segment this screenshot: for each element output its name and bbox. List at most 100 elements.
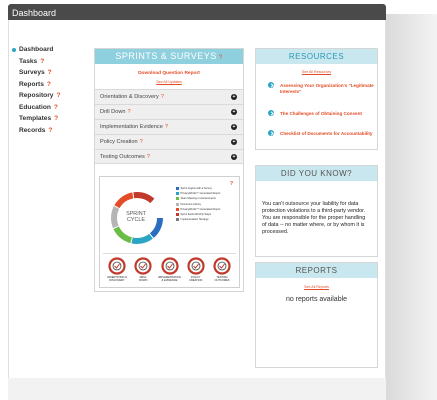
sprints-surveys-panel: SPRINTS & SURVEYS? Download Question Rep… xyxy=(94,48,244,292)
legend-label: Sprint begins with a Survey xyxy=(180,187,212,191)
step-label-line2: DOWN xyxy=(139,279,148,282)
help-icon[interactable]: ? xyxy=(54,104,58,111)
footer-band xyxy=(8,378,386,400)
legend-swatch-icon xyxy=(176,197,179,201)
resource-link[interactable]: Assessing Your Organization's "Legitimat… xyxy=(268,82,374,95)
help-icon[interactable]: ? xyxy=(230,181,233,187)
arrow-circle-icon xyxy=(268,110,274,116)
accordion-label: Orientation & Discovery xyxy=(100,94,159,100)
accordion-drill-down[interactable]: Drill Down? + xyxy=(95,104,243,119)
step-label: TESTING OUTCOMES xyxy=(210,276,234,282)
nav-item-surveys[interactable]: Surveys? xyxy=(12,67,90,79)
resource-link[interactable]: The Challenges of Obtaining Consent xyxy=(268,110,362,117)
nav-item-reports[interactable]: Reports? xyxy=(12,79,90,91)
help-icon[interactable]: ? xyxy=(140,139,143,145)
accordion-implementation-evidence[interactable]: Implementation Evidence? + xyxy=(95,119,243,134)
see-all-resources-link[interactable]: See All Resources xyxy=(256,70,377,74)
arrow-circle-icon xyxy=(268,130,274,136)
step-badge-icon xyxy=(108,257,126,275)
legend-label: Team Meeting or Assessments xyxy=(180,197,216,201)
expand-icon[interactable]: + xyxy=(231,139,237,145)
expand-icon[interactable]: + xyxy=(231,94,237,100)
nav-item-dashboard[interactable]: Dashboard xyxy=(12,44,90,56)
legend-swatch-icon xyxy=(176,207,179,211)
accordion-label: Testing Outcomes xyxy=(100,154,145,160)
empty-state-text: no reports available xyxy=(285,296,348,303)
step-implementation-evidence[interactable]: IMPLEMENTATION & EVIDENCE xyxy=(158,257,182,286)
accordion-orientation-discovery[interactable]: Orientation & Discovery? + xyxy=(95,89,243,104)
help-icon[interactable]: ? xyxy=(40,58,44,65)
step-badge-icon xyxy=(160,257,179,275)
see-all-reports-link[interactable]: See All Reports xyxy=(256,285,377,289)
reports-panel: REPORTS See All Reports no reports avail… xyxy=(255,262,378,368)
nav-item-label: Dashboard xyxy=(19,46,54,54)
resources-panel: RESOURCES See All Resources Assessing Yo… xyxy=(255,48,378,150)
nav-item-label: Records xyxy=(19,126,46,134)
legend-swatch-icon xyxy=(176,218,179,222)
window-shadow xyxy=(386,14,437,400)
step-policy-creation[interactable]: POLICY CREATION xyxy=(184,257,208,286)
nav-item-repository[interactable]: Repository? xyxy=(12,90,90,102)
step-testing-outcomes[interactable]: TESTING OUTCOMES xyxy=(210,257,234,286)
panel-title: REPORTS xyxy=(256,263,377,278)
help-icon[interactable]: ? xyxy=(54,115,58,122)
accordion-policy-creation[interactable]: Policy Creation? + xyxy=(95,134,243,149)
expand-icon[interactable]: + xyxy=(231,124,237,130)
expand-icon[interactable]: + xyxy=(231,154,237,160)
active-indicator-icon xyxy=(12,47,16,52)
panel-title: RESOURCES xyxy=(256,49,377,64)
step-label: ORIENTATION & DISCOVERY xyxy=(105,276,129,282)
nav-item-templates[interactable]: Templates? xyxy=(12,113,90,125)
cycle-center-line2: CYCLE xyxy=(127,217,145,223)
accordion-label: Policy Creation xyxy=(100,139,138,145)
accordion-testing-outcomes[interactable]: Testing Outcomes? + xyxy=(95,149,243,164)
panel-title: DID YOU KNOW? xyxy=(256,166,377,181)
legend-swatch-icon xyxy=(176,213,179,217)
cycle-legend: Sprint begins with a Survey PrivacyWorks… xyxy=(176,186,220,222)
step-label: POLICY CREATION xyxy=(184,276,208,282)
help-icon[interactable]: ? xyxy=(56,92,60,99)
help-icon[interactable]: ? xyxy=(128,109,131,115)
did-you-know-panel: DID YOU KNOW? You can't outsource your l… xyxy=(255,165,378,257)
help-icon[interactable]: ? xyxy=(219,55,223,61)
expand-icon[interactable]: + xyxy=(231,109,237,115)
nav-item-label: Surveys xyxy=(19,69,45,77)
help-icon[interactable]: ? xyxy=(161,94,164,100)
step-orientation-discovery[interactable]: ORIENTATION & DISCOVERY xyxy=(105,257,129,286)
legend-swatch-icon xyxy=(176,192,179,196)
nav-item-records[interactable]: Records? xyxy=(12,125,90,137)
nav-item-label: Education xyxy=(19,103,51,111)
did-you-know-text: You can't outsource your liability for d… xyxy=(262,201,366,235)
nav-item-label: Reports xyxy=(19,80,44,88)
step-drill-down[interactable]: DRILL DOWN xyxy=(131,257,155,286)
legend-label: PrivacyWorks™ Generated Report xyxy=(180,192,221,196)
sprint-accordion: Orientation & Discovery? + Drill Down? +… xyxy=(95,89,243,164)
legend-swatch-icon xyxy=(176,187,179,191)
side-nav: Dashboard Tasks? Surveys? Reports? Repos… xyxy=(12,44,90,136)
resource-title: Assessing Your Organization's "Legitimat… xyxy=(280,83,374,95)
cycle-center-label: SPRINT CYCLE xyxy=(122,211,150,223)
help-icon[interactable]: ? xyxy=(147,154,150,160)
sprint-cycle-infographic: ? SPRINT CYCLE Sprint begins with a Surv… xyxy=(99,176,240,288)
legend-item: Implementation Strategy xyxy=(176,217,220,222)
page-title: Dashboard xyxy=(12,8,57,18)
see-all-updates-link[interactable]: See All Updates xyxy=(95,80,243,84)
legend-label: Document Library xyxy=(180,202,201,206)
step-label-line2: OUTCOMES xyxy=(214,279,230,282)
arrow-circle-icon xyxy=(268,82,274,88)
resource-title: Checklist of Documents for Accountabilit… xyxy=(280,131,373,136)
resource-link[interactable]: Checklist of Documents for Accountabilit… xyxy=(268,130,373,137)
step-label-line2: & EVIDENCE xyxy=(161,279,178,282)
help-icon[interactable]: ? xyxy=(165,124,168,130)
download-question-report-link[interactable]: Download Question Report xyxy=(95,71,243,76)
legend-label: PrivacyWorks™ Generated Report xyxy=(180,207,221,211)
panel-title: SPRINTS & SURVEYS xyxy=(115,51,217,61)
nav-item-education[interactable]: Education? xyxy=(12,102,90,114)
nav-item-tasks[interactable]: Tasks? xyxy=(12,56,90,68)
help-icon[interactable]: ? xyxy=(48,127,52,134)
title-bar xyxy=(8,4,386,20)
step-badge-icon xyxy=(187,257,205,275)
step-badge-icon xyxy=(134,257,152,275)
help-icon[interactable]: ? xyxy=(47,81,51,88)
help-icon[interactable]: ? xyxy=(48,69,52,76)
